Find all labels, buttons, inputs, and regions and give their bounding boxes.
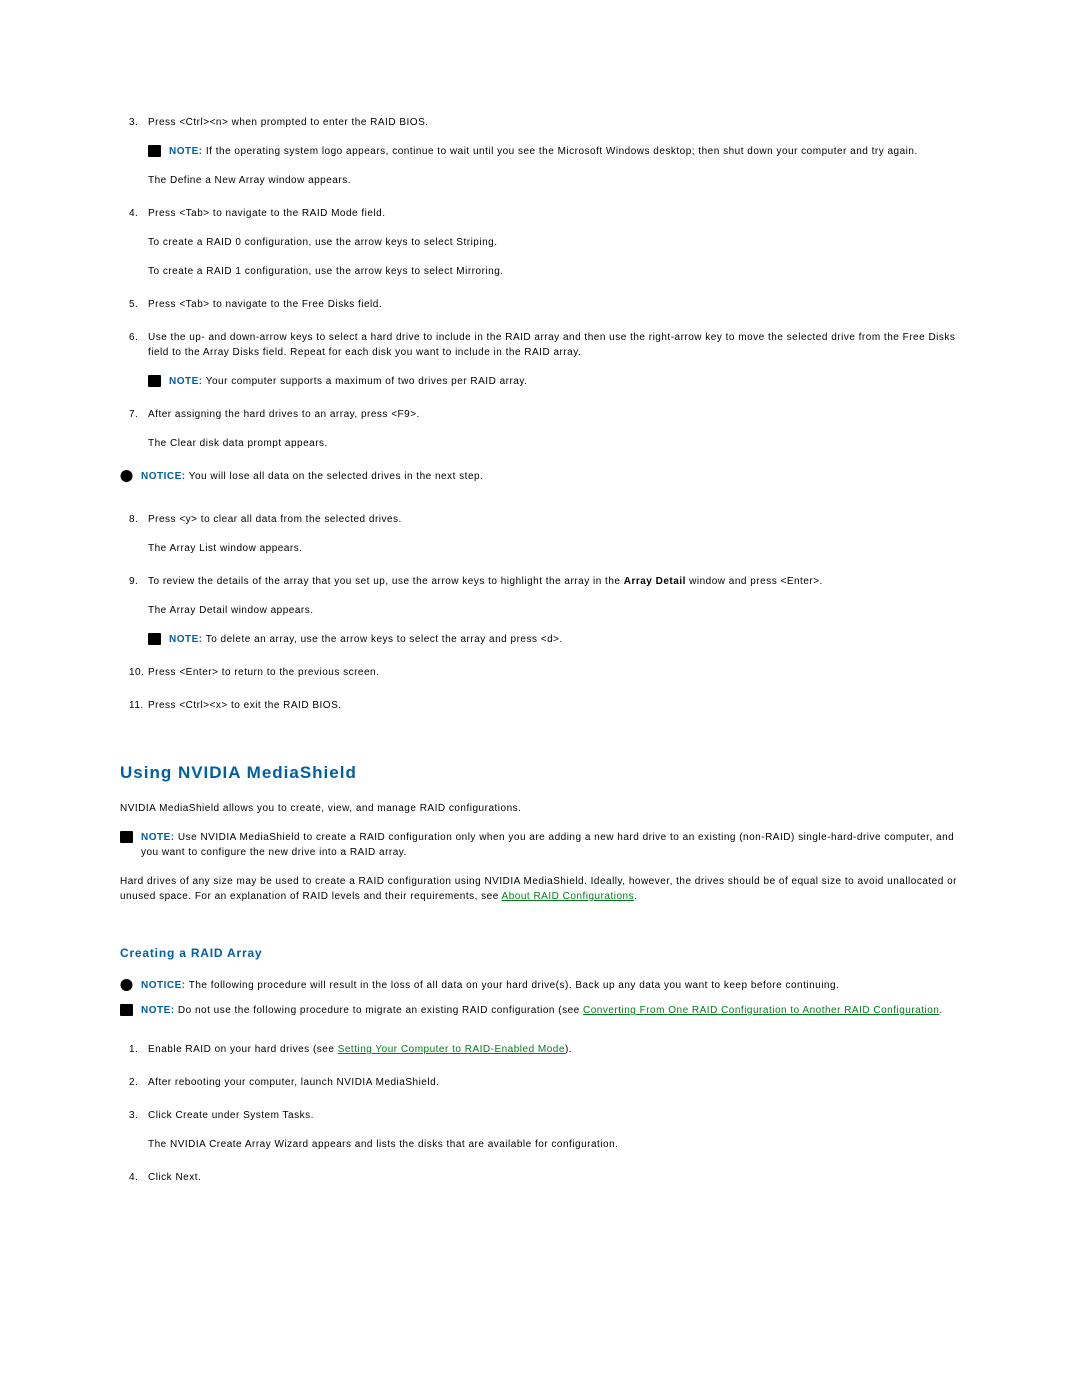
notice-icon bbox=[120, 979, 133, 991]
step-text: Press <y> to clear all data from the sel… bbox=[148, 514, 402, 525]
note-label: NOTE: bbox=[141, 832, 175, 843]
step-number: 11. bbox=[129, 698, 144, 713]
step-number: 8. bbox=[129, 512, 138, 527]
note-callout: NOTE: To delete an array, use the arrow … bbox=[148, 632, 960, 647]
steps-list-continued: 8. Press <y> to clear all data from the … bbox=[120, 512, 960, 713]
step-11: 11. Press <Ctrl><x> to exit the RAID BIO… bbox=[120, 698, 960, 713]
step-text: Press <Tab> to navigate to the Free Disk… bbox=[148, 299, 382, 310]
notice-icon bbox=[120, 470, 133, 482]
step-subtext: To create a RAID 1 configuration, use th… bbox=[148, 264, 960, 279]
notice-callout: NOTICE: The following procedure will res… bbox=[120, 978, 960, 993]
step-text: Press <Enter> to return to the previous … bbox=[148, 667, 379, 678]
step-subtext: To create a RAID 0 configuration, use th… bbox=[148, 235, 960, 250]
link-raid-enabled-mode[interactable]: Setting Your Computer to RAID-Enabled Mo… bbox=[338, 1044, 565, 1055]
note-label: NOTE: bbox=[169, 634, 203, 645]
step-text: Use the up- and down-arrow keys to selec… bbox=[148, 332, 955, 358]
note-text: Do not use the following procedure to mi… bbox=[178, 1005, 943, 1016]
step-number: 6. bbox=[129, 330, 138, 345]
note-icon bbox=[120, 1004, 133, 1016]
note-label: NOTE: bbox=[169, 146, 203, 157]
step-text: Enable RAID on your hard drives (see Set… bbox=[148, 1044, 572, 1055]
step-text: To review the details of the array that … bbox=[148, 576, 823, 587]
step-number: 1. bbox=[129, 1042, 138, 1057]
note-label: NOTE: bbox=[169, 376, 203, 387]
step-subtext: The Array Detail window appears. bbox=[148, 603, 960, 618]
note-callout: NOTE: Do not use the following procedure… bbox=[120, 1003, 960, 1018]
step-6: 6. Use the up- and down-arrow keys to se… bbox=[120, 330, 960, 389]
step-9: 9. To review the details of the array th… bbox=[120, 574, 960, 647]
step-text: Click Next. bbox=[148, 1172, 201, 1183]
note-icon bbox=[148, 633, 161, 645]
note-text: To delete an array, use the arrow keys t… bbox=[206, 634, 563, 645]
substep-1: 1. Enable RAID on your hard drives (see … bbox=[120, 1042, 960, 1057]
substep-4: 4. Click Next. bbox=[120, 1170, 960, 1185]
step-number: 3. bbox=[129, 1108, 138, 1123]
note-text: If the operating system logo appears, co… bbox=[206, 146, 918, 157]
substep-2: 2. After rebooting your computer, launch… bbox=[120, 1075, 960, 1090]
note-label: NOTE: bbox=[141, 1005, 175, 1016]
step-text: After assigning the hard drives to an ar… bbox=[148, 409, 420, 420]
step-number: 10. bbox=[129, 665, 144, 680]
step-subtext: The NVIDIA Create Array Wizard appears a… bbox=[148, 1137, 960, 1152]
step-number: 7. bbox=[129, 407, 138, 422]
notice-label: NOTICE: bbox=[141, 471, 186, 482]
step-subtext: The Array List window appears. bbox=[148, 541, 960, 556]
note-callout: NOTE: Use NVIDIA MediaShield to create a… bbox=[120, 830, 960, 860]
step-subtext: The Define a New Array window appears. bbox=[148, 173, 960, 188]
step-number: 3. bbox=[129, 115, 138, 130]
note-icon bbox=[120, 831, 133, 843]
subsection-heading-create-array: Creating a RAID Array bbox=[120, 946, 960, 960]
step-7: 7. After assigning the hard drives to an… bbox=[120, 407, 960, 451]
step-3: 3. Press <Ctrl><n> when prompted to ente… bbox=[120, 115, 960, 188]
link-converting-raid[interactable]: Converting From One RAID Configuration t… bbox=[583, 1005, 939, 1016]
step-text: After rebooting your computer, launch NV… bbox=[148, 1077, 439, 1088]
step-4: 4. Press <Tab> to navigate to the RAID M… bbox=[120, 206, 960, 279]
step-number: 9. bbox=[129, 574, 138, 589]
step-number: 5. bbox=[129, 297, 138, 312]
substep-3: 3. Click Create under System Tasks. The … bbox=[120, 1108, 960, 1152]
step-5: 5. Press <Tab> to navigate to the Free D… bbox=[120, 297, 960, 312]
step-text: Click Create under System Tasks. bbox=[148, 1110, 314, 1121]
notice-text: The following procedure will result in t… bbox=[189, 980, 840, 991]
note-text: Use NVIDIA MediaShield to create a RAID … bbox=[141, 832, 954, 858]
step-text: Press <Ctrl><n> when prompted to enter t… bbox=[148, 117, 429, 128]
steps-list: 3. Press <Ctrl><n> when prompted to ente… bbox=[120, 115, 960, 451]
section-heading-mediashield: Using NVIDIA MediaShield bbox=[120, 763, 960, 783]
notice-callout: NOTICE: You will lose all data on the se… bbox=[120, 469, 960, 484]
step-number: 2. bbox=[129, 1075, 138, 1090]
step-number: 4. bbox=[129, 206, 138, 221]
step-subtext: The Clear disk data prompt appears. bbox=[148, 436, 960, 451]
step-text: Press <Tab> to navigate to the RAID Mode… bbox=[148, 208, 386, 219]
link-about-raid[interactable]: About RAID Configurations bbox=[502, 891, 635, 902]
step-10: 10. Press <Enter> to return to the previ… bbox=[120, 665, 960, 680]
section-body: Hard drives of any size may be used to c… bbox=[120, 874, 960, 904]
step-number: 4. bbox=[129, 1170, 138, 1185]
document-content: 3. Press <Ctrl><n> when prompted to ente… bbox=[0, 0, 1080, 1263]
note-callout: NOTE: Your computer supports a maximum o… bbox=[148, 374, 960, 389]
section-intro: NVIDIA MediaShield allows you to create,… bbox=[120, 801, 960, 816]
note-icon bbox=[148, 145, 161, 157]
note-text: Your computer supports a maximum of two … bbox=[206, 376, 528, 387]
notice-label: NOTICE: bbox=[141, 980, 186, 991]
note-icon bbox=[148, 375, 161, 387]
substeps-list: 1. Enable RAID on your hard drives (see … bbox=[120, 1042, 960, 1185]
note-callout: NOTE: If the operating system logo appea… bbox=[148, 144, 960, 159]
step-text: Press <Ctrl><x> to exit the RAID BIOS. bbox=[148, 700, 342, 711]
step-8: 8. Press <y> to clear all data from the … bbox=[120, 512, 960, 556]
notice-text: You will lose all data on the selected d… bbox=[189, 471, 484, 482]
